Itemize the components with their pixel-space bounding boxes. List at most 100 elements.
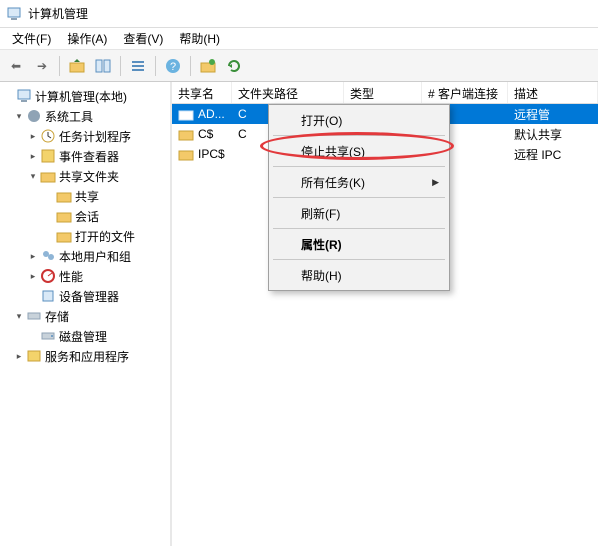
tree-system-tools[interactable]: ▾ 系统工具 [2,106,168,126]
ctx-separator [273,259,445,260]
toolbar-separator [59,56,60,76]
col-share-name[interactable]: 共享名 [172,82,232,103]
svg-text:?: ? [170,61,176,73]
title-bar: 计算机管理 [0,0,598,28]
tree-device-manager[interactable]: 设备管理器 [2,286,168,306]
tree-label: 性能 [59,268,83,285]
folder-icon [56,208,72,224]
tree-shared-folders[interactable]: ▾ 共享文件夹 [2,166,168,186]
tree-sessions[interactable]: 会话 [2,206,168,226]
twisty-icon [42,229,56,243]
menu-help[interactable]: 帮助(H) [171,28,228,49]
cell-text: C$ [198,127,213,141]
ctx-label: 帮助(H) [301,267,342,284]
menu-view[interactable]: 查看(V) [115,28,171,49]
help-icon: ? [165,58,181,74]
twisty-icon [42,189,56,203]
chevron-right-icon: ▶ [432,177,439,188]
computer-icon [16,88,32,104]
toolbar-separator [120,56,121,76]
ctx-help[interactable]: 帮助(H) [271,263,447,287]
tree-task-scheduler[interactable]: ▸ 任务计划程序 [2,126,168,146]
ctx-all-tasks[interactable]: 所有任务(K)▶ [271,170,447,194]
ctx-properties[interactable]: 属性(R) [271,232,447,256]
tree-root[interactable]: 计算机管理(本地) [2,86,168,106]
help-button[interactable]: ? [161,54,185,78]
tree-label: 会话 [75,208,99,225]
col-clients[interactable]: # 客户端连接 [422,82,508,103]
twisty-expanded-icon[interactable]: ▾ [12,109,26,123]
ctx-open[interactable]: 打开(O) [271,108,447,132]
ctx-label: 属性(R) [301,236,342,253]
folder-icon [56,188,72,204]
ctx-refresh[interactable]: 刷新(F) [271,201,447,225]
storage-icon [26,308,42,324]
ctx-separator [273,135,445,136]
list-panel: 共享名 文件夹路径 类型 # 客户端连接 描述 AD...Cs0远程管C$Cs0… [172,82,598,546]
up-button[interactable] [65,54,89,78]
cell-share-name: C$ [172,124,232,144]
share-icon [40,168,56,184]
event-icon [40,148,56,164]
tree-performance[interactable]: ▸ 性能 [2,266,168,286]
tree-disk-mgmt[interactable]: 磁盘管理 [2,326,168,346]
tree-panel[interactable]: 计算机管理(本地) ▾ 系统工具 ▸ 任务计划程序 ▸ 事件查看器 ▾ 共享文件… [0,82,172,546]
share-folder-icon [200,58,216,74]
main-split: 计算机管理(本地) ▾ 系统工具 ▸ 任务计划程序 ▸ 事件查看器 ▾ 共享文件… [0,82,598,546]
col-folder-path[interactable]: 文件夹路径 [232,82,344,103]
cell-desc: 远程管 [508,104,598,125]
back-button[interactable]: ⬅ [4,54,28,78]
twisty-icon [42,209,56,223]
tree-local-users[interactable]: ▸ 本地用户和组 [2,246,168,266]
tree-services-apps[interactable]: ▸ 服务和应用程序 [2,346,168,366]
tree-storage[interactable]: ▾ 存储 [2,306,168,326]
list-header: 共享名 文件夹路径 类型 # 客户端连接 描述 [172,82,598,104]
arrow-left-icon: ⬅ [11,59,21,73]
toolbar-separator [190,56,191,76]
cell-desc: 远程 IPC [508,144,598,165]
share-icon [178,106,194,122]
twisty-expanded-icon[interactable]: ▾ [26,169,40,183]
twisty-collapsed-icon[interactable]: ▸ [26,149,40,163]
services-icon [26,348,42,364]
tree-label: 共享文件夹 [59,168,119,185]
tree-label: 共享 [75,188,99,205]
ctx-stop-sharing[interactable]: 停止共享(S) [271,139,447,163]
show-hide-button[interactable] [91,54,115,78]
twisty-collapsed-icon[interactable]: ▸ [26,269,40,283]
col-type[interactable]: 类型 [344,82,422,103]
col-desc[interactable]: 描述 [508,82,598,103]
twisty-icon[interactable] [2,89,16,103]
folder-icon [56,228,72,244]
tree-label: 设备管理器 [59,288,119,305]
tree-label: 本地用户和组 [59,248,131,265]
tree-label: 任务计划程序 [59,128,131,145]
twisty-collapsed-icon[interactable]: ▸ [26,249,40,263]
twisty-expanded-icon[interactable]: ▾ [12,309,26,323]
tree-label: 存储 [45,308,69,325]
tree-label: 系统工具 [45,108,93,125]
tree-shares[interactable]: 共享 [2,186,168,206]
users-icon [40,248,56,264]
folder-up-icon [69,58,85,74]
cell-text: IPC$ [198,147,225,161]
export-button[interactable] [126,54,150,78]
tree-open-files[interactable]: 打开的文件 [2,226,168,246]
twisty-collapsed-icon[interactable]: ▸ [26,129,40,143]
new-share-button[interactable] [196,54,220,78]
twisty-collapsed-icon[interactable]: ▸ [12,349,26,363]
ctx-separator [273,166,445,167]
menu-action[interactable]: 操作(A) [59,28,115,49]
ctx-separator [273,197,445,198]
arrow-right-icon: ➔ [37,59,47,73]
app-icon [6,6,22,22]
tree-event-viewer[interactable]: ▸ 事件查看器 [2,146,168,166]
forward-button[interactable]: ➔ [30,54,54,78]
tree-label: 服务和应用程序 [45,348,129,365]
refresh-button[interactable] [222,54,246,78]
tree-label: 打开的文件 [75,228,135,245]
menu-file[interactable]: 文件(F) [4,28,59,49]
tree-label: 计算机管理(本地) [35,88,127,105]
tree-label: 磁盘管理 [59,328,107,345]
cell-share-name: IPC$ [172,144,232,164]
